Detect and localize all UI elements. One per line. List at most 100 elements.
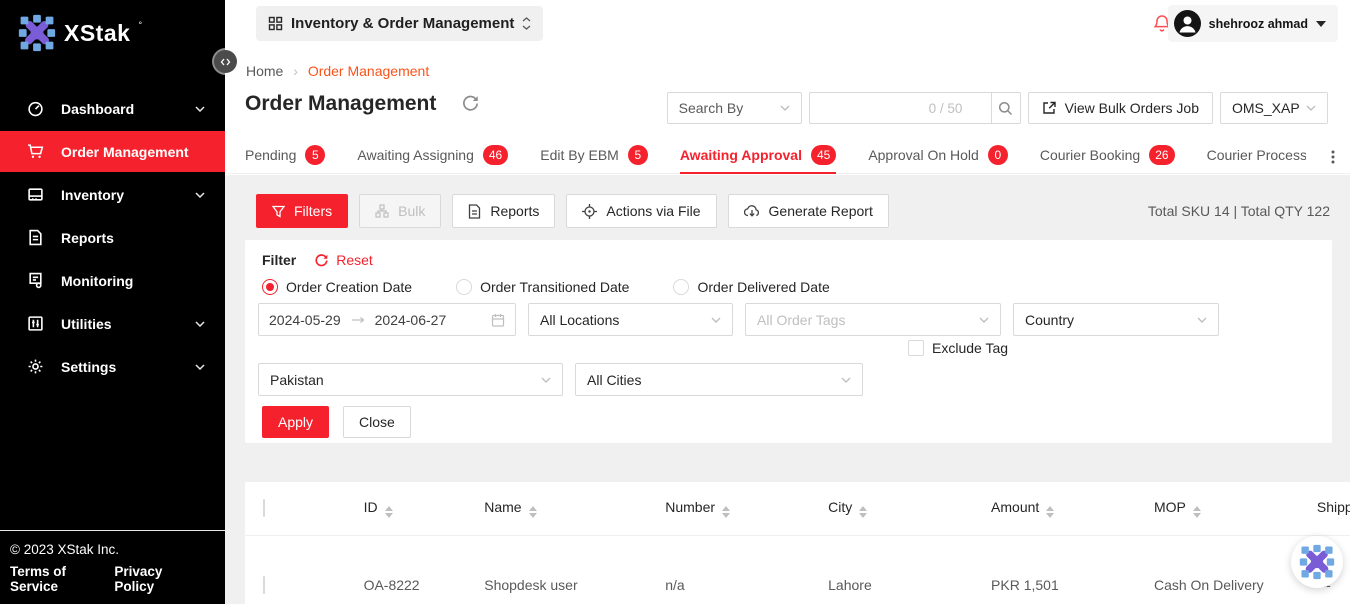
dashboard-icon [27,100,44,117]
tab-awaiting-approval[interactable]: Awaiting Approval 45 [680,140,836,174]
column-header-mop[interactable]: MOP [1138,482,1301,535]
chevron-down-icon [979,317,989,323]
sidebar-item-utilities[interactable]: Utilities [0,303,225,344]
sidebar-item-dashboard[interactable]: Dashboard [0,88,225,129]
sidebar-item-inventory[interactable]: Inventory [0,174,225,215]
privacy-policy-link[interactable]: Privacy Policy [114,564,203,594]
workspace-select[interactable]: OMS_XAP [1220,92,1328,124]
tabs-more-button[interactable] [1316,140,1350,173]
sidebar-item-settings[interactable]: Settings [0,346,225,387]
tab-courier-booking[interactable]: Courier Booking26 [1040,140,1175,174]
apply-button[interactable]: Apply [262,406,329,438]
column-header-shipping-area[interactable]: Shipping Area [1301,482,1350,535]
tab-pending[interactable]: Pending5 [245,140,325,174]
generate-report-button[interactable]: Generate Report [728,194,889,228]
date-range-picker[interactable]: 2024-05-29 2024-06-27 [258,303,516,336]
sort-icon[interactable] [529,506,537,518]
breadcrumb-home[interactable]: Home [246,63,283,79]
country-value-select[interactable]: Pakistan [258,363,563,396]
column-header-amount[interactable]: Amount [975,482,1138,535]
table-row[interactable]: OA-8222 Shopdesk user n/a Lahore PKR 1,5… [245,535,1350,604]
cell-amount: PKR 1,501 [975,535,1138,604]
file-icon [468,204,481,219]
more-icon [1331,150,1335,164]
reports-label: Reports [490,203,539,219]
column-header-name[interactable]: Name [468,482,649,535]
sort-icon[interactable] [722,506,730,518]
sort-icon[interactable] [1046,506,1054,518]
tab-edit-by-ebm[interactable]: Edit By EBM5 [540,140,648,174]
calendar-icon [491,313,505,327]
page-title: Order Management [245,92,436,116]
column-header-city[interactable]: City [812,482,975,535]
bulk-button[interactable]: Bulk [359,194,441,228]
chevron-down-icon [841,377,851,383]
reports-button[interactable]: Reports [452,194,555,228]
column-label: ID [364,499,378,515]
order-tags-select[interactable]: All Order Tags [745,303,1001,336]
tab-count-badge: 45 [811,145,836,165]
sort-icon[interactable] [385,506,393,518]
view-bulk-orders-job-button[interactable]: View Bulk Orders Job [1028,92,1213,124]
breadcrumb-current[interactable]: Order Management [308,63,429,79]
app-selector-label: Inventory & Order Management [291,15,514,32]
column-label: Amount [991,499,1039,515]
actions-via-file-button[interactable]: Actions via File [566,194,716,228]
reset-label: Reset [336,252,373,268]
close-button[interactable]: Close [343,406,411,438]
search-button[interactable] [991,92,1021,124]
swap-right-arrow-icon [351,316,365,324]
terms-of-service-link[interactable]: Terms of Service [10,564,114,594]
sidebar-item-label: Reports [61,230,114,246]
radio-order-creation-date[interactable]: Order Creation Date [262,279,412,295]
reset-button[interactable]: Reset [314,252,373,268]
column-header-number[interactable]: Number [649,482,812,535]
tab-approval-on-hold[interactable]: Approval On Hold0 [868,140,1008,174]
chevron-down-icon [195,106,205,112]
chevron-down-icon [195,321,205,327]
filter-title: Filter [262,252,296,268]
tab-label: Awaiting Approval [680,147,802,163]
sidebar-item-order-management[interactable]: Order Management [0,131,225,172]
close-label: Close [359,414,395,430]
user-name: shehrooz ahmad [1209,17,1308,31]
sort-icon[interactable] [1193,506,1201,518]
search-by-select[interactable]: Search By [667,92,802,124]
sidebar-collapse-button[interactable] [214,50,237,73]
column-header-id[interactable]: ID [348,482,469,535]
radio-order-transitioned-date[interactable]: Order Transitioned Date [456,279,629,295]
tab-label: Edit By EBM [540,147,619,163]
cities-select[interactable]: All Cities [575,363,863,396]
tab-count-badge: 46 [483,145,508,165]
status-tabs: Pending5 Awaiting Assigning46 Edit By EB… [225,140,1350,174]
brand-registered-mark: ° [138,20,142,30]
swap-vertical-icon [522,17,531,30]
filters-button[interactable]: Filters [256,194,348,228]
row-checkbox[interactable] [263,576,265,594]
cities-value: All Cities [587,372,641,388]
locations-select[interactable]: All Locations [528,303,733,336]
page-refresh-button[interactable] [460,94,480,114]
tab-courier-processing[interactable]: Courier Processing0 [1207,140,1306,174]
filter-panel: Filter Reset Order Creation Date Order T… [245,240,1332,443]
search-input[interactable] [809,92,991,124]
floating-assistant-button[interactable] [1291,536,1343,588]
sidebar-item-reports[interactable]: Reports [0,217,225,258]
tab-awaiting-assigning[interactable]: Awaiting Assigning46 [357,140,508,174]
user-menu[interactable]: shehrooz ahmad [1168,5,1338,42]
table-header-row: ID Name Number City Amount MOP Shipping … [245,482,1350,535]
exclude-tag-checkbox[interactable] [908,340,924,356]
select-all-checkbox[interactable] [263,499,265,517]
sort-icon[interactable] [859,506,867,518]
app-selector[interactable]: Inventory & Order Management [256,6,543,41]
country-select[interactable]: Country [1013,303,1219,336]
country-value: Pakistan [270,372,324,388]
breadcrumb: Home › Order Management [246,63,429,79]
chevron-down-icon [541,377,551,383]
reset-icon [314,253,329,268]
view-bulk-orders-job-label: View Bulk Orders Job [1065,100,1199,116]
radio-order-delivered-date[interactable]: Order Delivered Date [673,279,829,295]
sidebar-item-monitoring[interactable]: Monitoring [0,260,225,301]
brand-logo[interactable]: XStak ° [0,0,225,52]
breadcrumb-separator: › [293,63,298,79]
